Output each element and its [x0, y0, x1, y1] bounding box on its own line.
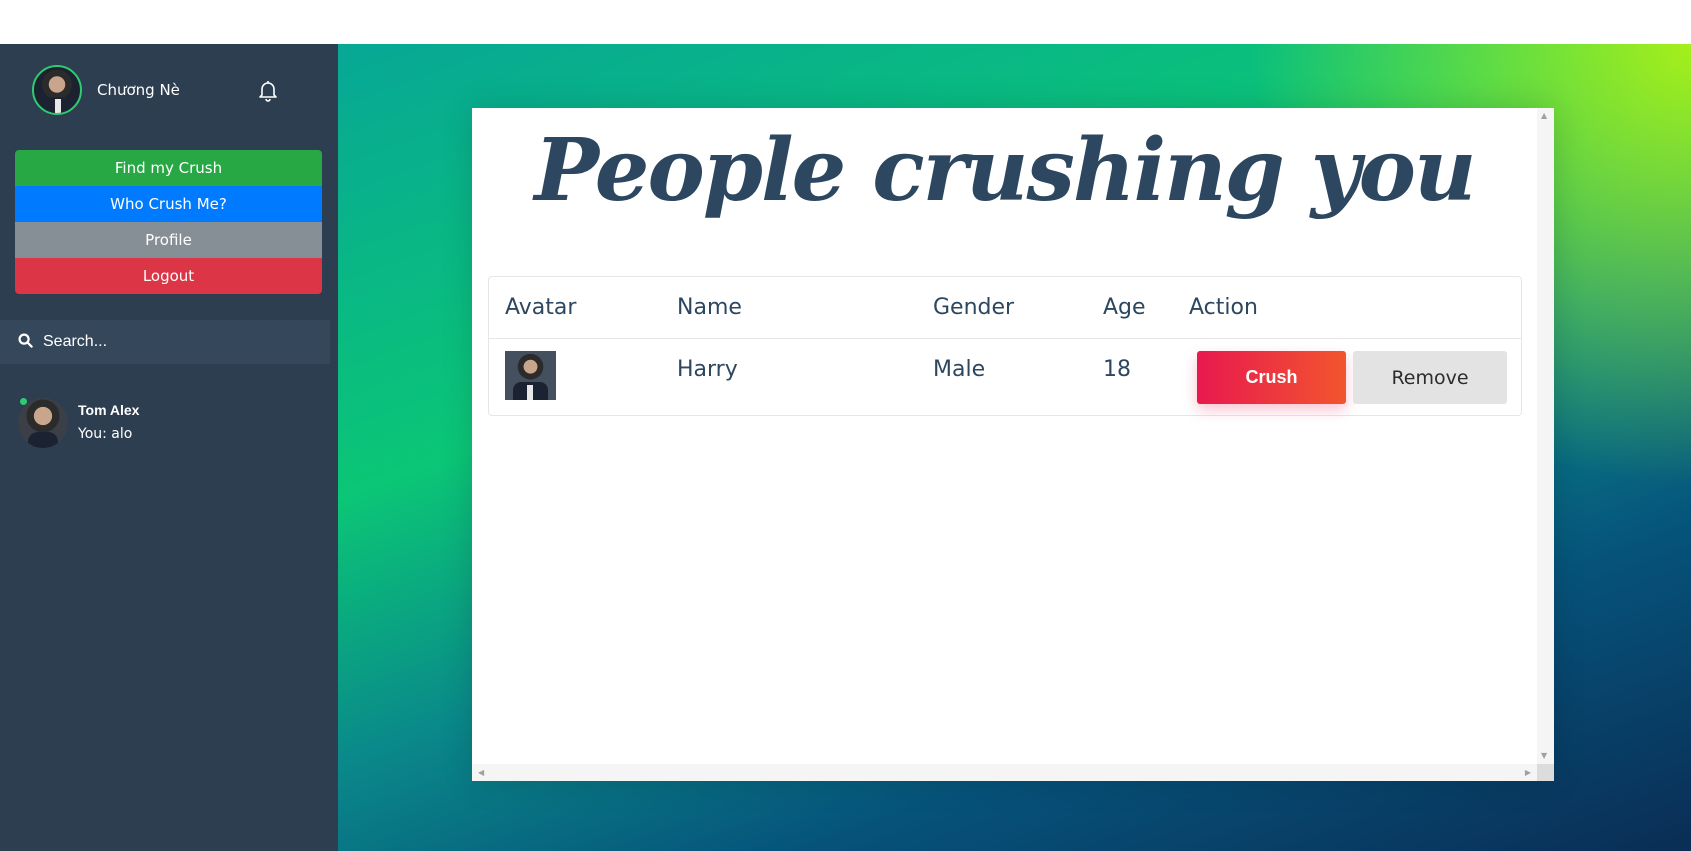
scrollbar-corner: [1537, 764, 1554, 781]
page-title: People crushing you: [534, 120, 1476, 221]
logout-button[interactable]: Logout: [15, 258, 322, 294]
contact-text: Tom Alex You: alo: [78, 402, 139, 442]
user-header: Chương Nè: [32, 65, 302, 115]
sidebar-menu: Find my Crush Who Crush Me? Profile Logo…: [15, 150, 322, 294]
row-avatar: [505, 351, 556, 400]
column-header-gender: Gender: [933, 295, 1015, 320]
column-header-name: Name: [677, 295, 742, 320]
find-crush-button[interactable]: Find my Crush: [15, 150, 322, 186]
avatar-shirt: [55, 99, 61, 113]
row-gender: Male: [933, 357, 986, 382]
avatar-suit: [28, 432, 58, 448]
search-icon: [18, 332, 33, 352]
column-header-avatar: Avatar: [505, 295, 577, 320]
user-avatar[interactable]: [32, 65, 82, 115]
browser-top-strip: [0, 0, 1691, 44]
table-row: Harry Male 18 Crush Remove: [489, 339, 1521, 416]
content-card: People crushing you Avatar Name Gender A…: [472, 108, 1554, 781]
scroll-right-arrow-icon[interactable]: ▶: [1525, 769, 1531, 777]
user-name: Chương Nè: [97, 81, 180, 99]
search-input[interactable]: [43, 333, 323, 351]
contact-item[interactable]: Tom Alex You: alo: [18, 398, 318, 452]
search-bar: [0, 320, 330, 364]
scroll-left-arrow-icon[interactable]: ◀: [478, 769, 484, 777]
row-name: Harry: [677, 357, 738, 382]
who-crush-me-button[interactable]: Who Crush Me?: [15, 186, 322, 222]
contact-name: Tom Alex: [78, 402, 140, 418]
bell-icon[interactable]: [256, 78, 280, 102]
column-header-age: Age: [1103, 295, 1146, 320]
sidebar: Chương Nè Find my Crush Who Crush Me? Pr…: [0, 44, 338, 851]
row-age: 18: [1103, 357, 1131, 382]
contact-last-message: You: alo: [78, 426, 133, 442]
table-header: Avatar Name Gender Age Action: [489, 277, 1521, 339]
contact-avatar: [18, 398, 68, 448]
scroll-down-arrow-icon[interactable]: ▼: [1541, 752, 1547, 760]
crush-button[interactable]: Crush: [1197, 351, 1346, 404]
contact-avatar-wrap: [18, 398, 68, 448]
vertical-scrollbar[interactable]: ▲ ▼: [1537, 108, 1554, 764]
avatar-shirt: [527, 385, 533, 400]
main-area: People crushing you Avatar Name Gender A…: [338, 44, 1691, 851]
online-status-dot: [20, 398, 27, 405]
scroll-up-arrow-icon[interactable]: ▲: [1541, 112, 1547, 120]
horizontal-scrollbar[interactable]: ◀ ▶: [472, 764, 1537, 781]
crush-table: Avatar Name Gender Age Action Harry Male…: [488, 276, 1522, 416]
app-container: Chương Nè Find my Crush Who Crush Me? Pr…: [0, 44, 1691, 851]
remove-button[interactable]: Remove: [1353, 351, 1507, 404]
column-header-action: Action: [1189, 295, 1258, 320]
profile-button[interactable]: Profile: [15, 222, 322, 258]
